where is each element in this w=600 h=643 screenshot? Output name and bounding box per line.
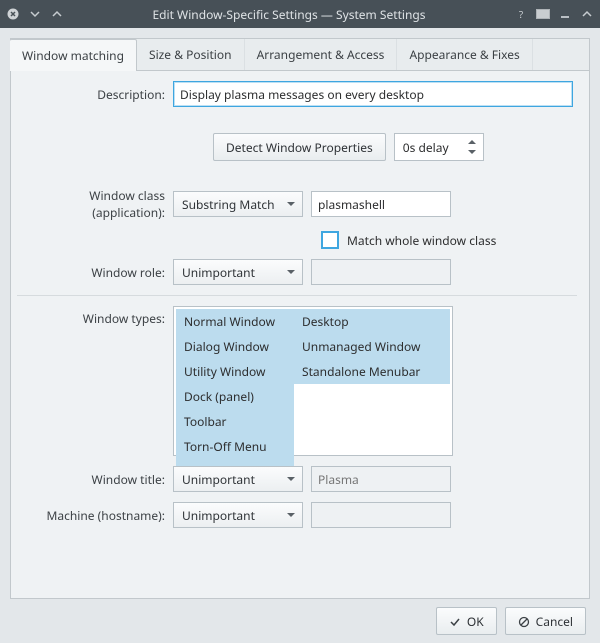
role-match-mode-combo[interactable]: Unimportant: [173, 259, 303, 285]
window-title: Edit Window-Specific Settings — System S…: [64, 6, 514, 23]
minimize-icon[interactable]: [558, 7, 572, 21]
label-window-role: Window role:: [17, 264, 173, 281]
dialog-buttons: OK Cancel: [10, 599, 590, 635]
window-types-listbox[interactable]: Normal Window Dialog Window Utility Wind…: [173, 306, 453, 456]
chevron-up-icon[interactable]: [50, 7, 64, 21]
detect-button-label: Detect Window Properties: [226, 139, 373, 156]
ok-button[interactable]: OK: [436, 607, 497, 635]
delay-spinbox[interactable]: 0s delay: [394, 133, 484, 161]
types-col-1: Normal Window Dialog Window Utility Wind…: [176, 309, 294, 453]
tab-size-position[interactable]: Size & Position: [137, 39, 245, 70]
description-input[interactable]: [173, 81, 573, 107]
tab-arrangement-access[interactable]: Arrangement & Access: [245, 39, 398, 70]
list-item[interactable]: Unmanaged Window: [294, 334, 450, 359]
list-item[interactable]: Normal Window: [176, 309, 294, 334]
whole-class-label: Match whole window class: [347, 232, 496, 249]
cancel-icon: [518, 615, 530, 627]
list-item[interactable]: Standalone Menubar: [294, 359, 450, 384]
role-match-mode-value: Unimportant: [182, 264, 255, 281]
label-machine: Machine (hostname):: [17, 507, 173, 524]
label-window-title: Window title:: [17, 471, 173, 488]
types-col-2: Desktop Unmanaged Window Standalone Menu…: [294, 309, 450, 453]
content-area: Window matching Size & Position Arrangem…: [0, 28, 600, 643]
list-item[interactable]: Dock (panel): [176, 384, 294, 409]
titlebar: Edit Window-Specific Settings — System S…: [0, 0, 600, 28]
help-icon[interactable]: ?: [514, 7, 528, 21]
row-whole-class: Match whole window class: [17, 231, 577, 249]
label-description: Description:: [17, 86, 173, 103]
list-item[interactable]: Desktop: [294, 309, 450, 334]
detect-window-properties-button[interactable]: Detect Window Properties: [213, 133, 386, 161]
class-match-mode-combo[interactable]: Substring Match: [173, 191, 303, 217]
ok-button-label: OK: [467, 613, 484, 630]
row-description: Description:: [17, 81, 577, 107]
label-window-class: Window class (application):: [17, 187, 173, 221]
list-item[interactable]: Utility Window: [176, 359, 294, 384]
class-match-mode-value: Substring Match: [182, 196, 275, 213]
row-machine: Machine (hostname): Unimportant: [17, 502, 577, 528]
machine-match-mode-combo[interactable]: Unimportant: [173, 502, 303, 528]
title-value-input: [311, 466, 451, 492]
keep-above-icon[interactable]: [536, 7, 550, 21]
main-panel: Window matching Size & Position Arrangem…: [10, 38, 590, 599]
row-window-role: Window role: Unimportant: [17, 259, 577, 285]
tabbar: Window matching Size & Position Arrangem…: [11, 39, 589, 71]
cancel-button[interactable]: Cancel: [505, 607, 586, 635]
whole-class-checkbox[interactable]: [321, 231, 339, 249]
spin-up-icon[interactable]: [468, 136, 476, 144]
cancel-button-label: Cancel: [536, 613, 573, 630]
row-window-title: Window title: Unimportant: [17, 466, 577, 492]
tab-window-matching[interactable]: Window matching: [10, 39, 137, 71]
delay-value: 0s delay: [403, 139, 449, 156]
role-value-input: [311, 259, 451, 285]
row-window-class: Window class (application): Substring Ma…: [17, 187, 577, 221]
list-item[interactable]: Dialog Window: [176, 334, 294, 359]
spin-down-icon[interactable]: [468, 150, 476, 158]
machine-match-mode-value: Unimportant: [182, 507, 255, 524]
maximize-icon[interactable]: [580, 7, 594, 21]
spin-arrows: [465, 136, 479, 158]
tab-appearance-fixes[interactable]: Appearance & Fixes: [397, 39, 532, 70]
close-icon[interactable]: [6, 7, 20, 21]
list-item[interactable]: Toolbar: [176, 409, 294, 434]
label-window-types: Window types:: [17, 306, 173, 327]
class-value-input[interactable]: [311, 191, 451, 217]
titlebar-right-controls: ?: [514, 7, 594, 21]
row-detect: Detect Window Properties 0s delay: [17, 133, 577, 161]
title-match-mode-combo[interactable]: Unimportant: [173, 466, 303, 492]
title-match-mode-value: Unimportant: [182, 471, 255, 488]
machine-value-input: [311, 502, 451, 528]
check-icon: [449, 615, 461, 627]
row-window-types: Window types: Normal Window Dialog Windo…: [17, 306, 577, 456]
tabpage-window-matching: Description: Detect Window Properties 0s…: [11, 71, 589, 598]
window-root: Edit Window-Specific Settings — System S…: [0, 0, 600, 643]
list-item[interactable]: Torn-Off Menu: [176, 434, 294, 459]
svg-text:?: ?: [519, 8, 524, 20]
separator: [17, 295, 577, 296]
chevron-down-icon[interactable]: [28, 7, 42, 21]
titlebar-left-controls: [6, 7, 64, 21]
